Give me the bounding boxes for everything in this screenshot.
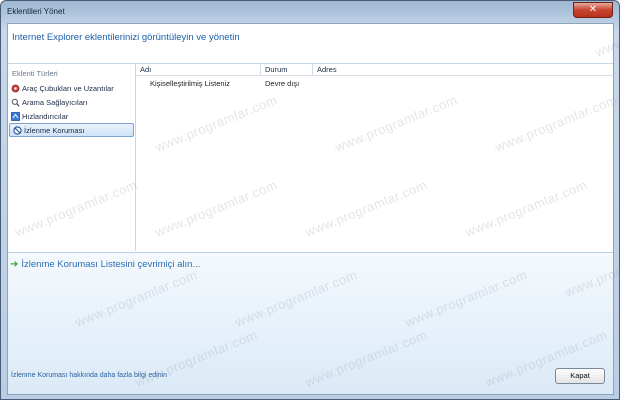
addon-list: Adı Durum Adres Kişiselleştirilmiş Liste… [136, 64, 613, 251]
dialog-body: Internet Explorer eklentilerinizi görünt… [7, 23, 614, 395]
get-tpl-online-label: İzlenme Koruması Listesini çevrimiçi alı… [21, 259, 201, 270]
sidebar-item-accelerators[interactable]: Hızlandırıcılar [8, 109, 133, 123]
sidebar-item-label: İzlenme Koruması [24, 125, 85, 135]
get-tpl-online-link[interactable]: ➜ İzlenme Koruması Listesini çevrimiçi a… [10, 259, 200, 270]
header-text: Internet Explorer eklentilerinizi görünt… [12, 32, 240, 43]
sidebar-item-label: Araç Çubukları ve Uzantılar [22, 83, 114, 93]
accelerator-icon [11, 111, 20, 121]
learn-more-link[interactable]: İzlenme Koruması hakkında daha fazla bil… [11, 372, 167, 379]
sidebar-item-tracking-protection[interactable]: İzlenme Koruması [9, 123, 134, 137]
column-header-name[interactable]: Adı [136, 64, 261, 76]
window-title: Eklentileri Yönet [7, 7, 65, 16]
row-status: Devre dışı [265, 79, 300, 88]
close-button[interactable]: Kapat [555, 368, 605, 384]
table-row[interactable]: Kişiselleştirilmiş Listeniz Devre dışı [136, 77, 613, 89]
details-pane: ➜ İzlenme Koruması Listesini çevrimiçi a… [8, 252, 613, 394]
sidebar-title: Eklenti Türleri [12, 69, 58, 78]
window: Eklentileri Yönet ✕ Internet Explorer ek… [0, 0, 620, 400]
sidebar-item-label: Hızlandırıcılar [22, 111, 69, 121]
sidebar-item-search-providers[interactable]: Arama Sağlayıcıları [8, 95, 133, 109]
column-header-status[interactable]: Durum [261, 64, 313, 76]
header: Internet Explorer eklentilerinizi görünt… [8, 24, 613, 64]
arrow-right-icon: ➜ [10, 259, 19, 270]
row-name: Kişiselleştirilmiş Listeniz [150, 79, 231, 88]
sidebar-item-label: Arama Sağlayıcıları [22, 97, 88, 107]
gear-icon [11, 84, 20, 93]
title-bar[interactable]: Eklentileri Yönet ✕ [1, 1, 619, 23]
no-tracking-icon [13, 125, 22, 135]
sidebar-item-toolbars[interactable]: Araç Çubukları ve Uzantılar [8, 81, 133, 95]
window-close-button[interactable]: ✕ [573, 2, 613, 18]
search-icon [11, 98, 20, 107]
column-header-address[interactable]: Adres [313, 64, 613, 76]
sidebar: Eklenti Türleri Araç Çubukları ve Uzantı… [8, 64, 136, 251]
